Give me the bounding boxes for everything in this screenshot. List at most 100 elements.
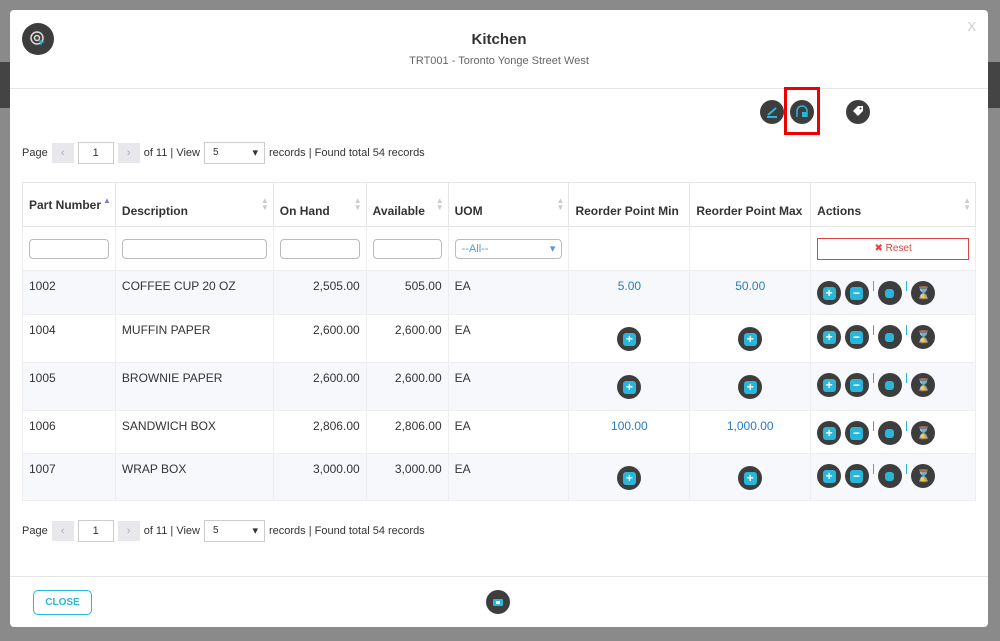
remove-icon[interactable]: − [844,281,869,305]
reset-button[interactable]: ✖ Reset [817,237,969,260]
hourglass-history-icon[interactable]: ⌛ [910,281,935,305]
cell-avail: 2,600.00 [365,314,449,363]
add-icon[interactable]: + [617,375,642,399]
cell-uom: EA [447,410,570,454]
inventory-table: Part Number ▲ Description ▲ ▼ On Hand ▲ ▼ Ava… [22,182,976,501]
cell-actions: + − ⌛ [810,362,976,411]
filter-uom-select[interactable]: --All-- [454,238,563,259]
table-row: 1002 COFFEE CUP 20 OZ 2,505.00 505.00 EA 5.00… [22,270,976,315]
page-size-select[interactable]: 5 [203,520,265,542]
cell-actions: + − ⌛ [810,453,976,501]
filter-part-number[interactable] [29,238,109,259]
cell-uom: EA [447,362,570,411]
transfer-icon[interactable] [877,421,902,445]
cell-part: 1005 [22,362,116,411]
cell-min[interactable]: 5.00 [568,270,691,315]
add-icon[interactable]: + [817,281,842,305]
cell-onhand: 2,505.00 [272,270,367,315]
scanner-icon[interactable] [486,590,510,614]
filter-description[interactable] [121,238,267,259]
prev-page-button[interactable]: ‹ [51,521,74,541]
add-icon[interactable]: + [738,327,763,351]
cell-onhand: 2,806.00 [272,410,367,454]
cell-part: 1004 [22,314,116,363]
filter-available[interactable] [372,238,442,259]
close-button[interactable]: CLOSE [33,590,92,615]
cell-max: + [689,314,812,363]
col-reorder-min: Reorder Point Min [568,182,691,227]
col-on-hand[interactable]: On Hand ▲ ▼ [272,182,367,227]
cell-min: + [568,362,691,411]
cell-onhand: 2,600.00 [272,362,367,411]
cell-actions: + − ⌛ [810,270,976,315]
next-page-button[interactable]: › [117,143,140,163]
hourglass-history-icon[interactable]: ⌛ [910,464,935,488]
chart-growth-icon[interactable] [760,100,784,124]
page-count: of 11 | View [143,525,200,537]
pager-bottom: Page ‹ 1 › of 11 | View 5 records | Foun… [22,520,425,542]
hourglass-history-icon[interactable]: ⌛ [910,325,935,349]
cell-part: 1006 [22,410,116,454]
remove-icon[interactable]: − [844,464,869,488]
prev-page-button[interactable]: ‹ [51,143,74,163]
cell-desc: WRAP BOX [114,453,274,501]
add-icon[interactable]: + [817,373,842,397]
page-input[interactable]: 1 [77,142,114,164]
col-description[interactable]: Description ▲ ▼ [114,182,274,227]
table-row: 1004 MUFFIN PAPER 2,600.00 2,600.00 EA + + + − ⌛ [22,314,976,363]
col-uom[interactable]: UOM ▲ ▼ [447,182,570,227]
filter-on-hand[interactable] [279,238,360,259]
page-input[interactable]: 1 [77,520,114,542]
remove-icon[interactable]: − [844,373,869,397]
cell-avail: 3,000.00 [365,453,449,501]
cell-part: 1002 [22,270,116,315]
transfer-icon[interactable] [877,281,902,305]
remove-icon[interactable]: − [844,421,869,445]
tag-icon[interactable] [846,100,870,124]
modal-subtitle: TRT001 - Toronto Yonge Street West [409,55,589,67]
cell-min: + [568,314,691,363]
cell-onhand: 2,600.00 [272,314,367,363]
transfer-icon[interactable] [877,373,902,397]
next-page-button[interactable]: › [117,521,140,541]
col-actions: Actions ▲ ▼ [810,182,976,227]
cell-actions: + − ⌛ [810,410,976,454]
add-icon[interactable]: + [617,466,642,490]
table-row: 1006 SANDWICH BOX 2,806.00 2,806.00 EA 100.00… [22,410,976,454]
add-icon[interactable]: + [817,325,842,349]
cell-max[interactable]: 50.00 [689,270,812,315]
cell-max: + [689,362,812,411]
table-row: 1007 WRAP BOX 3,000.00 3,000.00 EA + + + − ⌛ [22,453,976,501]
hourglass-history-icon[interactable]: ⌛ [910,373,935,397]
col-available[interactable]: Available ▲ ▼ [365,182,449,227]
cell-onhand: 3,000.00 [272,453,367,501]
cell-desc: SANDWICH BOX [114,410,274,454]
transfer-icon[interactable] [877,464,902,488]
transfer-icon[interactable] [877,325,902,349]
page-size-select[interactable]: 5 [203,142,265,164]
highlight-box [784,87,820,135]
cell-max: + [689,453,812,501]
cell-max[interactable]: 1,000.00 [689,410,812,454]
add-icon[interactable]: + [817,464,842,488]
add-icon[interactable]: + [817,421,842,445]
cell-avail: 2,600.00 [365,362,449,411]
add-icon[interactable]: + [738,375,763,399]
records-found: records | Found total 54 records [268,147,425,159]
cell-actions: + − ⌛ [810,314,976,363]
close-icon[interactable]: X [967,19,976,34]
page-count: of 11 | View [143,147,200,159]
col-reorder-max: Reorder Point Max [689,182,812,227]
page-label: Page [22,147,48,159]
col-part-number[interactable]: Part Number ▲ [22,182,116,227]
cell-desc: MUFFIN PAPER [114,314,274,363]
hourglass-history-icon[interactable]: ⌛ [910,421,935,445]
add-icon[interactable]: + [617,327,642,351]
remove-icon[interactable]: − [844,325,869,349]
cell-avail: 505.00 [365,270,449,315]
add-icon[interactable]: + [738,466,763,490]
table-row: 1005 BROWNIE PAPER 2,600.00 2,600.00 EA + + + −… [22,362,976,411]
cell-desc: BROWNIE PAPER [114,362,274,411]
cell-min[interactable]: 100.00 [568,410,691,454]
modal: Kitchen TRT001 - Toronto Yonge Street We… [10,10,988,627]
